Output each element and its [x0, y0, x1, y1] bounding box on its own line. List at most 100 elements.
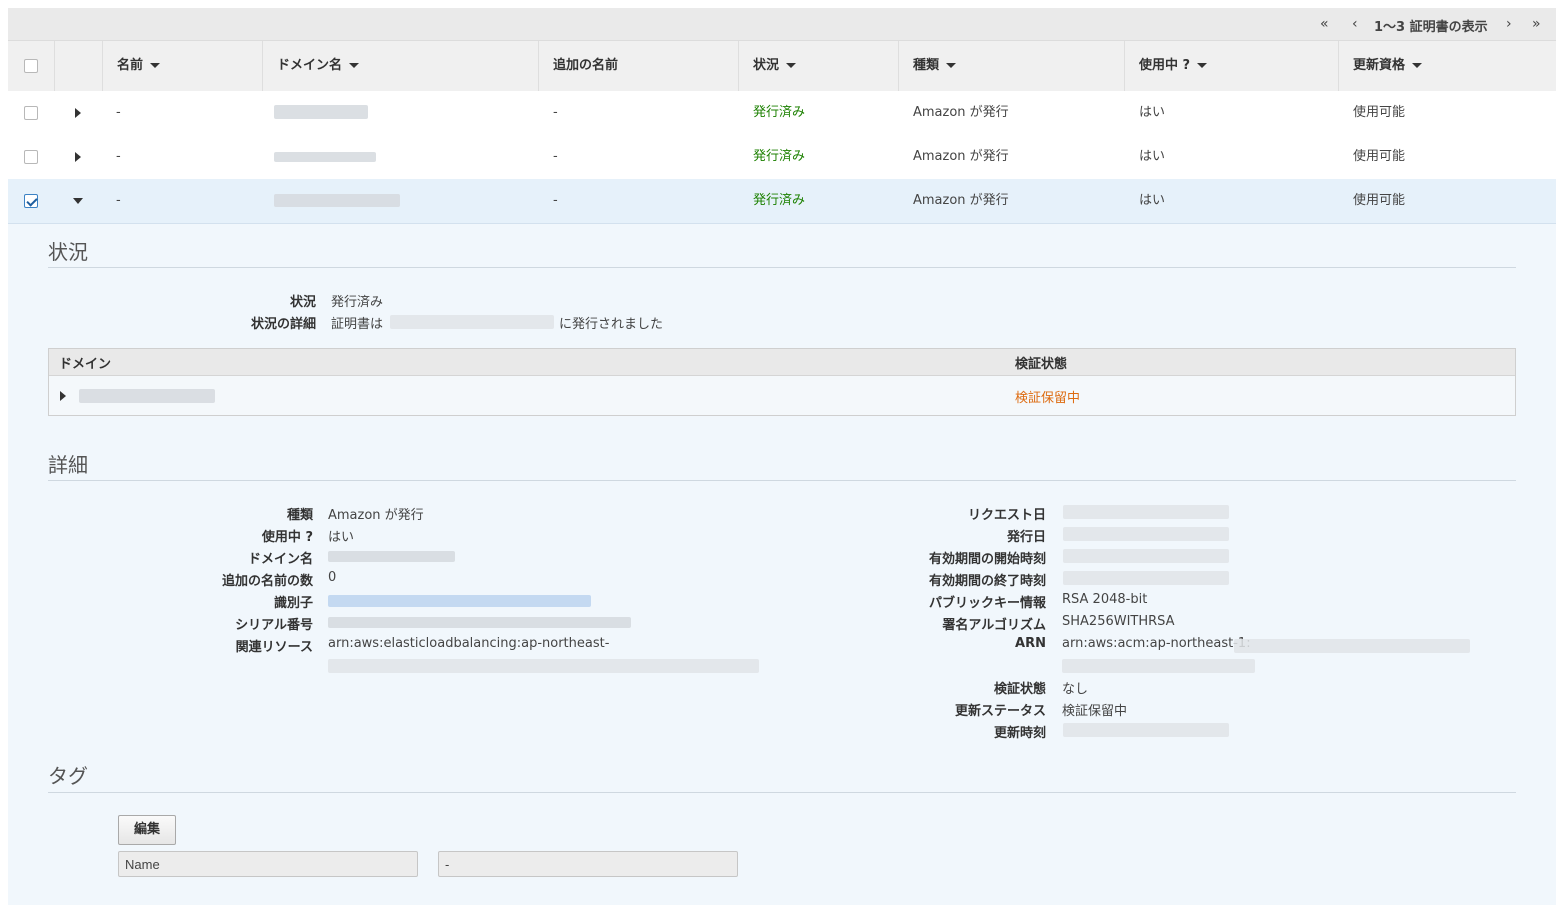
table-row-selected[interactable]: - - 発行済み Amazon が発行 はい 使用可能: [8, 179, 1556, 224]
cell-additional-names: -: [553, 193, 558, 208]
redacted-identifier-link[interactable]: [328, 595, 591, 607]
prev-page-icon[interactable]: ‹: [1352, 16, 1358, 32]
validation-status-label: 検証状態: [993, 682, 1046, 697]
signature-algorithm-value: SHA256WITHRSA: [1062, 614, 1175, 629]
domain-validation-header: ドメイン 検証状態: [49, 349, 1515, 376]
column-header-in-use[interactable]: 使用中 ?: [1124, 41, 1338, 91]
status-label: 状況: [289, 295, 316, 310]
section-divider: [48, 792, 1516, 793]
cell-in-use: はい: [1139, 193, 1166, 208]
tags-section-title: タグ: [48, 764, 88, 788]
redacted-date: [1063, 549, 1229, 563]
last-page-icon[interactable]: »: [1532, 16, 1541, 32]
renewal-status-value: 検証保留中: [1062, 704, 1128, 719]
table-header: 名前 ドメイン名 追加の名前 状況 種類 使用中 ? 更新資格: [8, 41, 1556, 92]
redacted-serial: [328, 617, 631, 628]
next-page-icon[interactable]: ›: [1506, 16, 1512, 32]
status-value: 発行済み: [331, 295, 384, 310]
redacted-date: [390, 315, 554, 329]
cell-in-use: はい: [1139, 149, 1166, 164]
cell-status: 発行済み: [753, 193, 806, 208]
sort-caret-icon: [946, 63, 957, 68]
redacted-date: [1063, 505, 1229, 519]
sort-caret-icon: [786, 63, 797, 68]
identifier-label: 識別子: [273, 596, 313, 611]
sort-caret-icon: [1412, 63, 1423, 68]
column-header-name[interactable]: 名前: [102, 41, 262, 91]
domain-validation-table: ドメイン 検証状態 検証保留中: [48, 348, 1516, 416]
not-before-label: 有効期間の開始時刻: [928, 552, 1046, 567]
table-row[interactable]: - - 発行済み Amazon が発行 はい 使用可能: [8, 91, 1556, 136]
redacted-arn: [1062, 659, 1255, 673]
expand-row-icon[interactable]: [75, 108, 81, 118]
column-header-domain[interactable]: ドメイン名: [262, 41, 538, 91]
validation-column-header: 検証状態: [1015, 357, 1068, 372]
row-checkbox-checked[interactable]: [24, 194, 38, 208]
redacted-date: [1063, 723, 1229, 737]
section-divider: [48, 480, 1516, 481]
redacted-domain: [274, 194, 400, 207]
edit-tags-button[interactable]: 編集: [118, 815, 176, 845]
first-page-icon[interactable]: «: [1320, 16, 1329, 32]
serial-label: シリアル番号: [235, 618, 313, 633]
cell-status: 発行済み: [753, 105, 806, 120]
collapse-row-icon[interactable]: [73, 198, 83, 204]
additional-count-label: 追加の名前の数: [221, 574, 313, 589]
pagination-bar: « ‹ 1〜3 証明書の表示 › »: [8, 8, 1556, 41]
arn-label: ARN: [1015, 636, 1046, 651]
cell-name: -: [116, 105, 121, 120]
signature-algorithm-label: 署名アルゴリズム: [942, 618, 1046, 633]
arn-value: arn:aws:acm:ap-northeast-1:: [1062, 636, 1251, 651]
status-detail-label: 状況の詳細: [250, 317, 316, 332]
validation-status-value: 検証保留中: [1015, 391, 1081, 406]
cell-type: Amazon が発行: [913, 105, 1009, 120]
status-detail-prefix: 証明書は: [331, 317, 384, 332]
sort-caret-icon: [1197, 63, 1208, 68]
certificate-list-panel: « ‹ 1〜3 証明書の表示 › » 名前 ドメイン名 追加の名前 状況 種類 …: [8, 8, 1556, 905]
cell-name: -: [116, 193, 121, 208]
cell-renewal: 使用可能: [1353, 105, 1406, 120]
redacted-domain: [274, 152, 376, 162]
additional-count-value: 0: [328, 570, 337, 585]
cell-additional-names: -: [553, 149, 558, 164]
details-section-title: 詳細: [48, 453, 88, 477]
type-value: Amazon が発行: [328, 508, 424, 523]
redacted-domain: [274, 105, 368, 119]
cell-renewal: 使用可能: [1353, 193, 1406, 208]
cell-in-use: はい: [1139, 105, 1166, 120]
cell-additional-names: -: [553, 105, 558, 120]
related-resources-label: 関連リソース: [235, 640, 313, 655]
public-key-label: パブリックキー情報: [928, 596, 1046, 611]
redacted-arn: [1234, 639, 1470, 653]
cell-renewal: 使用可能: [1353, 149, 1406, 164]
domain-column-header: ドメイン: [59, 357, 112, 372]
column-header-renewal[interactable]: 更新資格: [1338, 41, 1556, 91]
sort-caret-icon: [150, 63, 161, 68]
issued-date-label: 発行日: [1006, 530, 1046, 545]
redacted-date: [1063, 571, 1229, 585]
table-row[interactable]: - - 発行済み Amazon が発行 はい 使用可能: [8, 135, 1556, 180]
column-header-type[interactable]: 種類: [898, 41, 1124, 91]
request-date-label: リクエスト日: [967, 508, 1046, 523]
domain-name-label: ドメイン名: [247, 552, 313, 567]
type-label: 種類: [286, 508, 313, 523]
cell-type: Amazon が発行: [913, 149, 1009, 164]
tag-key-field[interactable]: [118, 851, 418, 877]
select-all-checkbox[interactable]: [24, 59, 38, 73]
row-checkbox[interactable]: [24, 106, 38, 120]
column-header-status[interactable]: 状況: [738, 41, 898, 91]
expand-column-header: [54, 41, 102, 91]
section-divider: [48, 267, 1516, 268]
expand-row-icon[interactable]: [75, 152, 81, 162]
cell-status: 発行済み: [753, 149, 806, 164]
cell-type: Amazon が発行: [913, 193, 1009, 208]
redacted-domain: [79, 389, 215, 403]
tag-value-field[interactable]: [438, 851, 738, 877]
column-header-additional-names: 追加の名前: [538, 41, 738, 91]
sort-caret-icon: [349, 63, 360, 68]
redacted-date: [1063, 527, 1229, 541]
related-resources-value: arn:aws:elasticloadbalancing:ap-northeas…: [328, 636, 610, 651]
row-checkbox[interactable]: [24, 150, 38, 164]
in-use-value: はい: [328, 530, 355, 545]
expand-domain-icon[interactable]: [60, 391, 66, 401]
